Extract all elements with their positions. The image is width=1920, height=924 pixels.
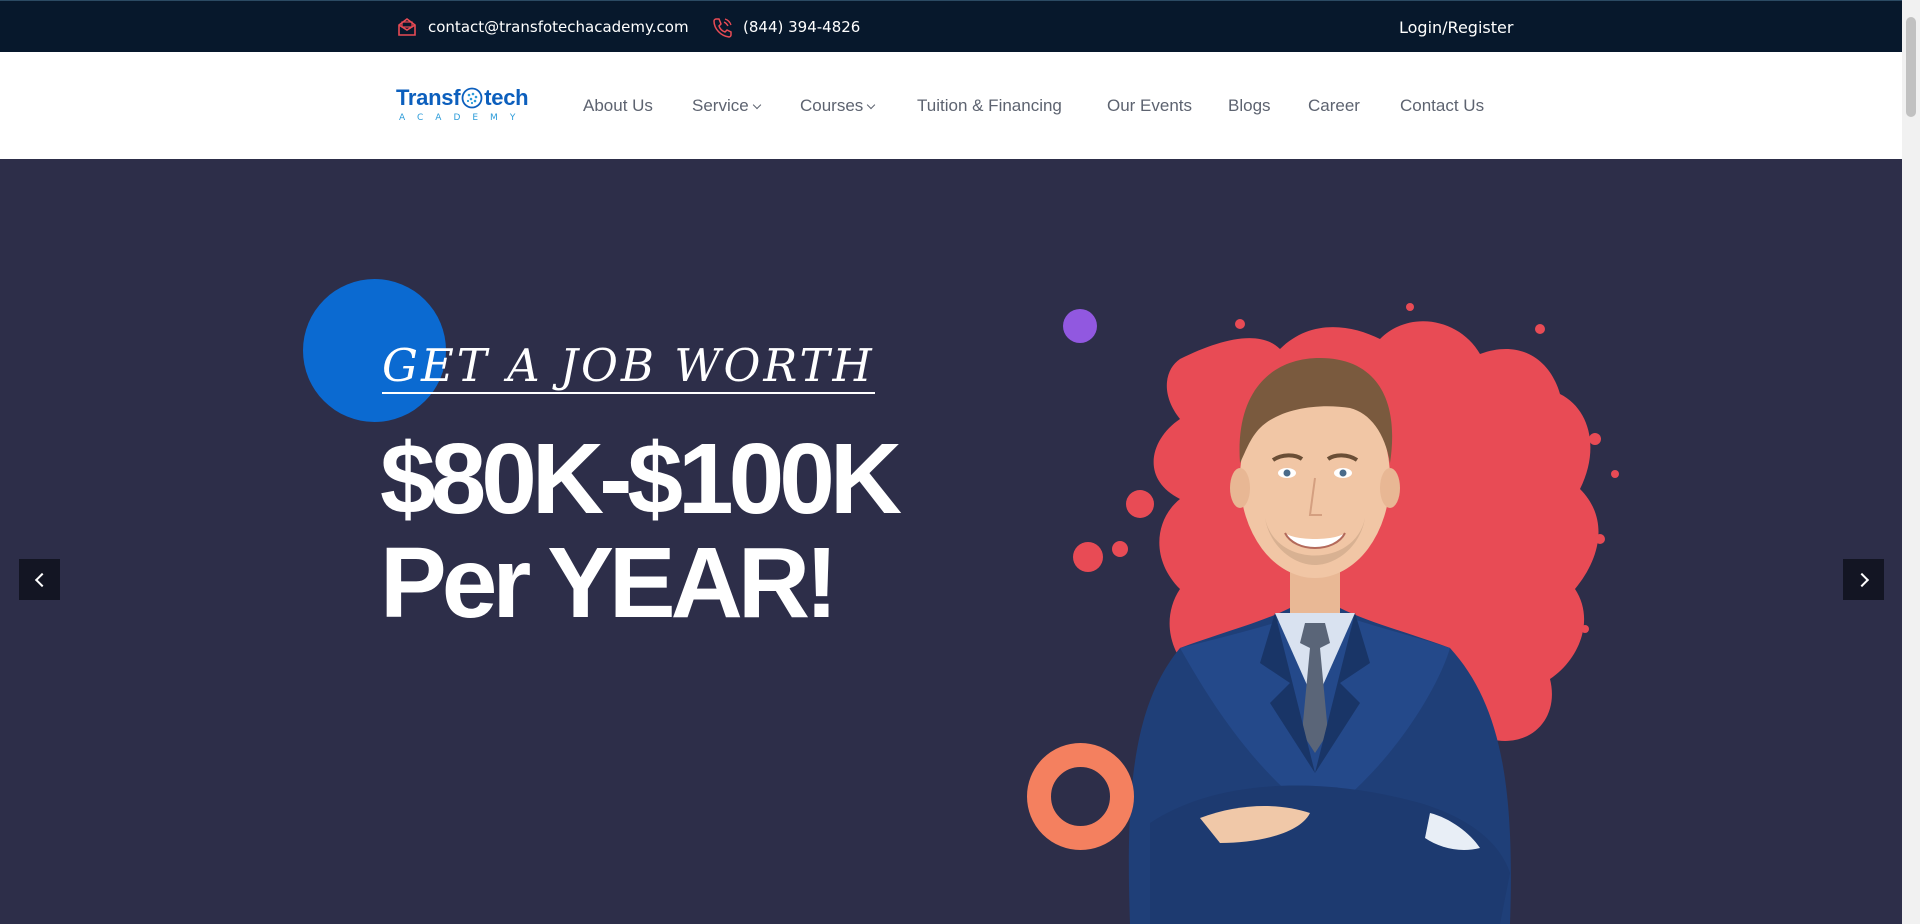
nav-item-our-events[interactable]: Our Events <box>1107 52 1192 159</box>
hero-slider: GET A JOB WORTH $80K-$100K Per YEAR! <box>0 159 1902 924</box>
nav-label: Blogs <box>1228 95 1271 115</box>
hero-headline-salary: $80K-$100K <box>380 423 902 535</box>
nav-label: Contact Us <box>1400 95 1485 115</box>
nav-label: Career <box>1308 95 1360 115</box>
logo-subtitle: ACADEMY <box>399 113 528 123</box>
contact-email-link[interactable]: contact@transfotechacademy.com <box>396 1 689 53</box>
nav-item-contact-us[interactable]: Contact Us <box>1400 52 1484 159</box>
site-logo[interactable]: Transf tech ACADEMY <box>396 86 538 128</box>
logo-text-part1: Transf <box>396 85 461 110</box>
contact-phone-text: (844) 394-4826 <box>743 18 861 36</box>
contact-email-text: contact@transfotechacademy.com <box>428 18 689 36</box>
slider-prev-button[interactable] <box>19 559 60 600</box>
hero-tagline: GET A JOB WORTH <box>382 339 875 394</box>
nav-label: Courses <box>800 95 864 115</box>
nav-item-service[interactable]: Service <box>692 52 761 159</box>
nav-item-about-us[interactable]: About Us <box>583 52 653 159</box>
chevron-down-icon <box>867 100 876 110</box>
page: contact@transfotechacademy.com (844) 394… <box>0 0 1920 924</box>
hero-person-image <box>1128 358 1511 924</box>
nav-label: About Us <box>583 95 653 115</box>
decorative-orange-ring <box>1027 743 1134 850</box>
nav-label: Tuition & Financing <box>917 95 1062 115</box>
envelope-icon <box>396 16 418 38</box>
globe-icon <box>461 87 483 109</box>
hero-headline-per-year: Per YEAR! <box>380 527 838 639</box>
logo-wordmark: Transf tech <box>396 86 538 110</box>
slider-next-button[interactable] <box>1843 559 1884 600</box>
contact-phone-link[interactable]: (844) 394-4826 <box>711 1 860 53</box>
login-register-link[interactable]: Login/Register <box>1399 1 1513 53</box>
scrollbar-thumb[interactable] <box>1906 17 1916 117</box>
logo-text-part2: tech <box>484 85 529 110</box>
hero-headline: $80K-$100K Per YEAR! <box>380 423 902 639</box>
phone-icon <box>711 16 733 38</box>
chevron-left-icon <box>34 572 49 587</box>
chevron-down-icon <box>752 100 761 110</box>
nav-item-career[interactable]: Career <box>1308 52 1360 159</box>
chevron-right-icon <box>1854 572 1869 587</box>
nav-label: Service <box>692 95 749 115</box>
page-scrollbar[interactable] <box>1902 0 1920 924</box>
nav-label: Our Events <box>1107 95 1193 115</box>
top-contact-bar: contact@transfotechacademy.com (844) 394… <box>0 0 1902 52</box>
nav-item-courses[interactable]: Courses <box>800 52 876 159</box>
nav-item-blogs[interactable]: Blogs <box>1228 52 1271 159</box>
nav-item-tuition-financing[interactable]: Tuition & Financing <box>917 52 1062 159</box>
